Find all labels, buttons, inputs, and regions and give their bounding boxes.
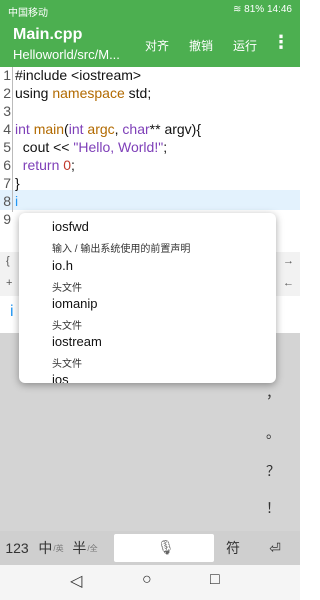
punct-key[interactable]: 。 — [266, 423, 280, 443]
numbers-key-label: 123 — [5, 540, 29, 556]
punct-key[interactable]: ！ — [266, 498, 280, 518]
file-path: Helloworld/src/M... — [13, 47, 120, 62]
line-number: 6 — [3, 157, 11, 173]
clock: 14:46 — [266, 4, 292, 15]
status-bar: 中国移动 ≋ 81% 14:46 — [0, 0, 300, 20]
run-button[interactable]: 运行 — [233, 37, 257, 54]
line-number: 8 — [3, 193, 11, 209]
code-line[interactable]: 3 — [0, 103, 300, 121]
code-line[interactable]: 2 using namespace std; — [0, 85, 300, 103]
chinese-key-sub: /英 — [53, 543, 64, 553]
half-key-label: 半 — [72, 540, 87, 556]
half-full-key[interactable]: 半/全 — [68, 531, 102, 565]
line-number: 3 — [3, 103, 11, 119]
line-number: 9 — [3, 211, 11, 227]
more-vert-icon[interactable]: ⋮ — [272, 32, 290, 53]
completion-desc: 头文件 — [52, 283, 82, 294]
code-text: return 0; — [22, 157, 75, 173]
back-icon[interactable]: ◁ — [70, 571, 82, 591]
battery-level: 81% — [244, 4, 265, 15]
numbers-key[interactable]: 123 — [0, 531, 34, 565]
line-number: 4 — [3, 121, 11, 137]
completion-item[interactable]: iostream — [52, 334, 102, 349]
app-bar: Main.cpp Helloworld/src/M... 对齐 撤销 运行 ⋮ — [0, 20, 300, 67]
return-icon[interactable]: ⏎ — [252, 531, 298, 565]
wifi-icon: ≋ — [233, 4, 242, 15]
line-number: 5 — [3, 139, 11, 155]
code-line[interactable]: 6 return 0; — [0, 157, 300, 175]
undo-button[interactable]: 撤销 — [189, 37, 213, 54]
line-number: 1 — [3, 67, 11, 83]
completion-item[interactable]: io.h — [52, 258, 73, 273]
code-text: i — [15, 193, 19, 209]
symbols-key[interactable]: 符 — [218, 531, 248, 565]
completion-item[interactable]: iomanip — [52, 296, 98, 311]
punct-key[interactable]: ？ — [266, 461, 280, 481]
completion-item[interactable]: iosfwd — [52, 219, 89, 234]
punct-key[interactable]: ， — [266, 383, 280, 403]
space-key[interactable]: 🎙 — [114, 534, 214, 562]
navigation-bar: ◁ ○ □ — [0, 565, 300, 600]
keyboard-bottom-row: 123 中/英 半/全 🎙 符 ⏎ — [0, 531, 300, 565]
file-title: Main.cpp — [13, 26, 83, 43]
code-line[interactable]: 1 #include <iostream> — [0, 67, 300, 85]
line-number: 2 — [3, 85, 11, 101]
symbol-key[interactable]: → — [283, 255, 294, 267]
completion-desc: 头文件 — [52, 321, 82, 332]
completion-desc: 输入 / 输出系统使用的前置声明 — [52, 244, 191, 255]
chinese-key-label: 中 — [38, 540, 53, 556]
code-line-current[interactable]: 8 i — [0, 193, 300, 211]
symbol-key[interactable]: ← — [283, 277, 294, 289]
code-line[interactable]: 5 cout << "Hello, World!"; — [0, 139, 300, 157]
chinese-english-key[interactable]: 中/英 — [34, 531, 68, 565]
recents-icon[interactable]: □ — [210, 571, 220, 589]
code-text: #include <iostream> — [15, 67, 142, 83]
symbol-key[interactable]: + — [6, 277, 12, 289]
code-line[interactable]: 7 } — [0, 175, 300, 193]
align-button[interactable]: 对齐 — [145, 37, 169, 54]
completion-item[interactable]: ios — [52, 372, 69, 383]
completion-popup: iosfwd 输入 / 输出系统使用的前置声明 io.h 头文件 iomanip… — [19, 213, 276, 383]
code-text: using namespace std; — [15, 85, 152, 101]
symbols-key-label: 符 — [226, 540, 240, 556]
line-number: 7 — [3, 175, 11, 191]
microphone-icon[interactable]: 🎙 — [157, 539, 175, 556]
status-right: ≋ 81% 14:46 — [233, 4, 292, 15]
code-line[interactable]: 4 int main(int argc, char** argv){ — [0, 121, 300, 139]
carrier-label: 中国移动 — [8, 8, 48, 19]
code-text: } — [15, 175, 20, 191]
completion-desc: 头文件 — [52, 359, 82, 370]
code-editor[interactable]: 1 #include <iostream> 2 using namespace … — [0, 67, 300, 227]
code-text: cout << "Hello, World!"; — [15, 139, 168, 155]
half-key-sub: /全 — [87, 543, 98, 553]
code-text: int main(int argc, char** argv){ — [15, 121, 202, 137]
ime-candidate[interactable]: i — [10, 303, 14, 321]
symbol-key[interactable]: { — [6, 255, 10, 267]
home-icon[interactable]: ○ — [142, 571, 152, 589]
